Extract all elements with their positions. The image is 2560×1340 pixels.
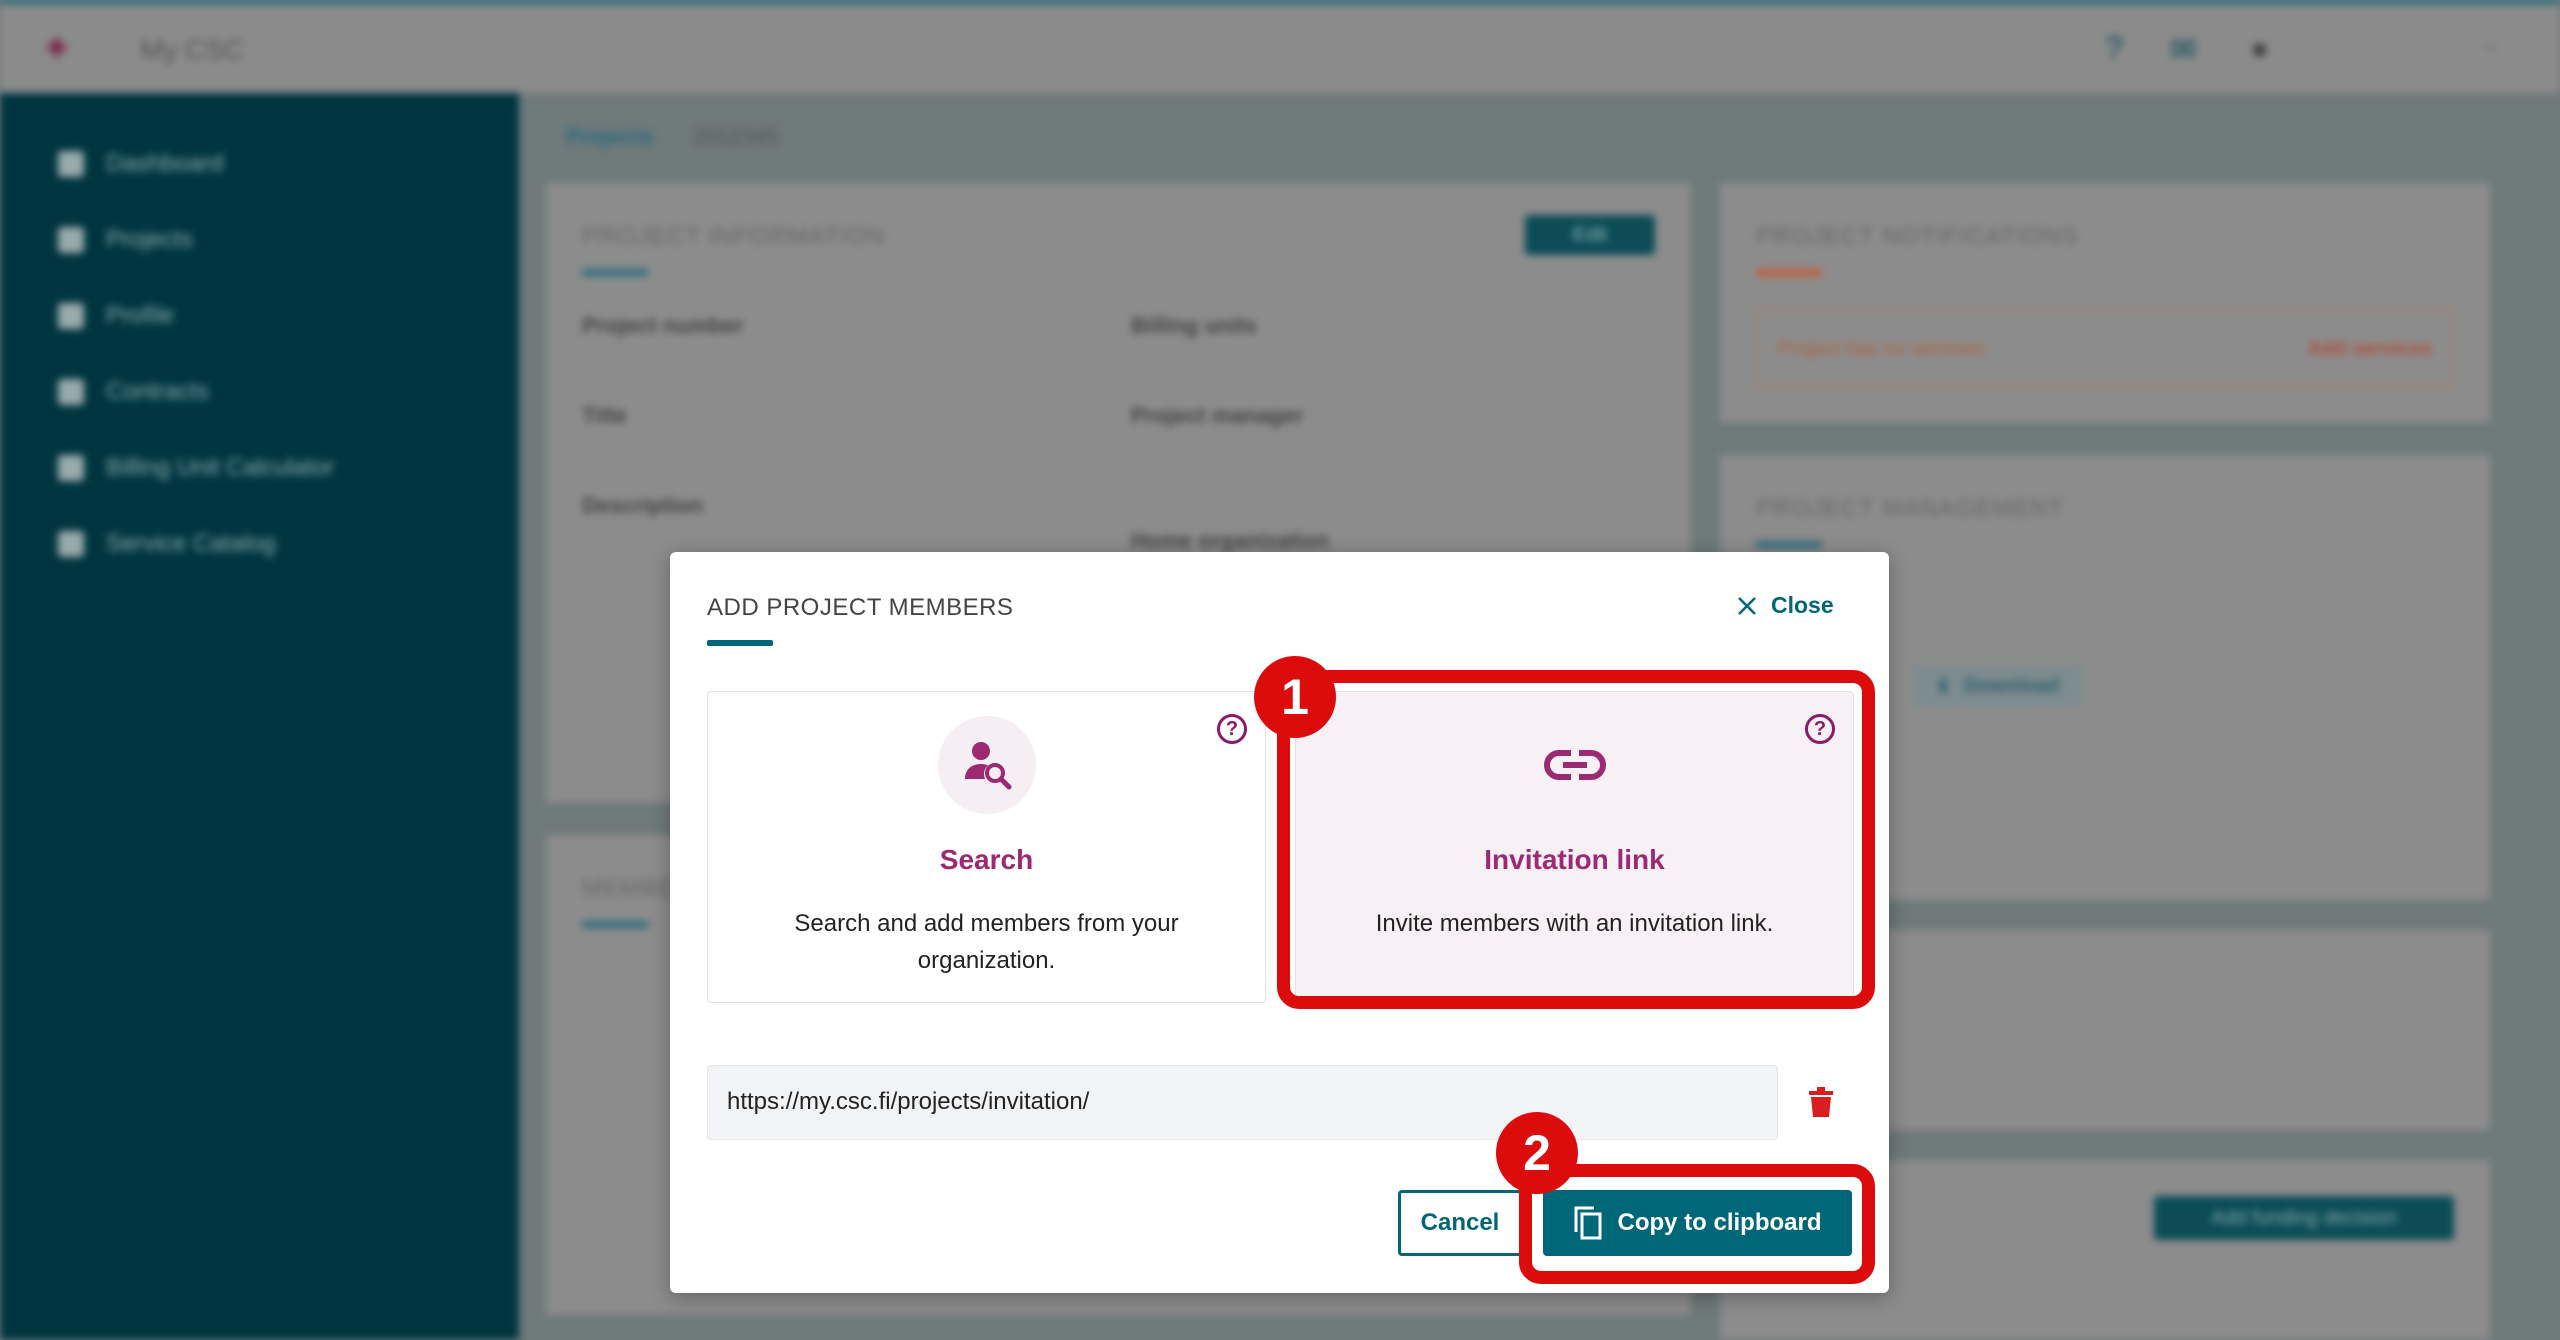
close-label: Close: [1771, 592, 1834, 618]
sidebar: Dashboard Projects Profile Contracts Bil…: [0, 93, 519, 1340]
dashboard-icon: [58, 151, 84, 177]
annotation-badge-2: 2: [1496, 1112, 1578, 1194]
trash-icon: [1809, 1087, 1833, 1117]
title-underline: [707, 640, 773, 646]
label: Home organization: [1131, 528, 1330, 553]
csc-logo: ✦: [40, 27, 74, 71]
help-icon[interactable]: ?: [2105, 30, 2123, 67]
app-name: My CSC: [140, 34, 245, 65]
card-title: PROJECT MANAGEMENT: [1756, 495, 2065, 522]
add-services-button[interactable]: Add services: [2307, 338, 2432, 361]
label: Project number: [582, 313, 744, 338]
download-button[interactable]: ⬇ Download: [1912, 665, 2082, 707]
card-title: PROJECT NOTIFICATIONS: [1756, 223, 2079, 250]
invitation-url-field[interactable]: https://my.csc.fi/projects/invitation/: [707, 1065, 1778, 1140]
notification-message: Project has no services: [1778, 338, 1985, 360]
person-icon: [58, 303, 84, 329]
document-icon: [58, 379, 84, 405]
sidebar-item-contracts[interactable]: Contracts: [58, 378, 209, 406]
label: Title: [582, 403, 627, 428]
catalog-icon: [58, 531, 84, 557]
label: Description: [582, 493, 704, 518]
edit-button[interactable]: Edit: [1525, 215, 1655, 255]
annotation-highlight-1: [1277, 670, 1875, 1009]
folder-icon: [58, 227, 84, 253]
sidebar-item-service-catalog[interactable]: Service Catalog: [58, 530, 275, 558]
breadcrumb: Projects 2012345: [566, 124, 778, 150]
user-search-icon: [937, 716, 1036, 814]
option-title: Search: [939, 844, 1034, 875]
sidebar-item-projects[interactable]: Projects: [58, 226, 193, 254]
option-search[interactable]: ? Search Search and add members from you…: [707, 691, 1266, 1003]
label: Project manager: [1131, 403, 1304, 428]
chevron-down-icon[interactable]: ⌄: [2482, 30, 2500, 56]
label: Billing units: [1131, 313, 1257, 338]
download-label: Download: [1963, 674, 2060, 697]
breadcrumb-projects[interactable]: Projects: [566, 124, 653, 149]
breadcrumb-current: 2012345: [692, 124, 779, 149]
sidebar-item-profile[interactable]: Profile: [58, 302, 174, 330]
download-icon: ⬇: [1934, 675, 1952, 698]
annotation-badge-1: 1: [1254, 656, 1336, 738]
cancel-button[interactable]: Cancel: [1398, 1190, 1522, 1256]
notifications-icon[interactable]: ✉: [2170, 30, 2197, 68]
card-title: PROJECT INFORMATION: [582, 223, 886, 250]
sidebar-item-billing-calculator[interactable]: Billing Unit Calculator: [58, 454, 334, 482]
close-button[interactable]: Close: [1737, 592, 1834, 619]
annotation-highlight-2: [1519, 1164, 1875, 1284]
add-funding-button[interactable]: Add funding decision: [2154, 1196, 2454, 1240]
notifications-card: PROJECT NOTIFICATIONS Project has no ser…: [1720, 183, 2490, 423]
close-icon: [1738, 596, 1756, 615]
top-header: ✦ My CSC ? ✉ ● ⌄: [0, 0, 2560, 93]
delete-link-button[interactable]: [1809, 1087, 1833, 1122]
dialog-title: ADD PROJECT MEMBERS: [707, 594, 1014, 621]
calculator-icon: [58, 455, 84, 481]
sidebar-item-dashboard[interactable]: Dashboard: [58, 150, 223, 178]
help-icon[interactable]: ?: [1217, 714, 1247, 744]
option-description: Search and add members from your organiz…: [794, 910, 1179, 974]
user-icon[interactable]: ●: [2250, 30, 2269, 67]
